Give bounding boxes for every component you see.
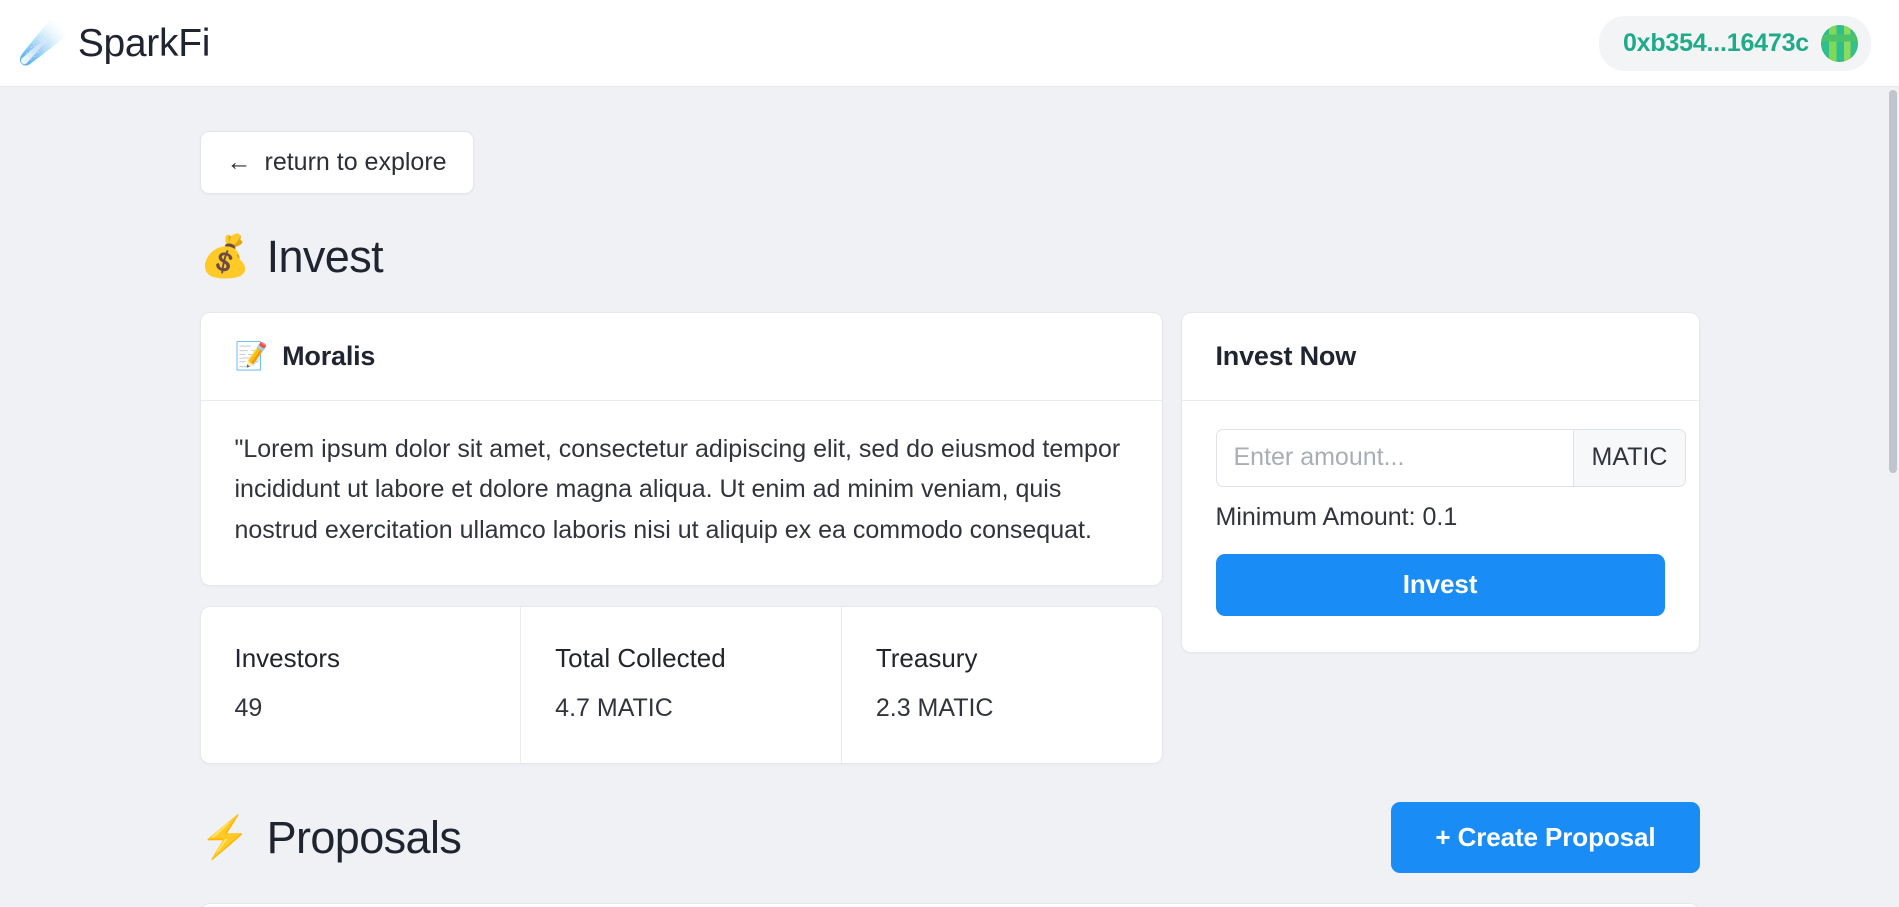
stat-total-collected: Total Collected 4.7 MATIC — [521, 606, 842, 763]
wallet-avatar-icon — [1821, 24, 1858, 62]
proposals-bar: ⚡ Proposals + Create Proposal — [199, 801, 1700, 873]
arrow-left-icon: ← — [226, 148, 252, 176]
brand[interactable]: ☄️ SparkFi — [18, 23, 210, 63]
vertical-scrollbar[interactable] — [1886, 88, 1899, 907]
invest-section-heading: 💰 Invest — [200, 232, 1700, 282]
return-to-explore-button[interactable]: ← return to explore — [199, 131, 474, 194]
money-bag-icon: 💰 — [199, 233, 251, 280]
lightning-bolt-icon: ⚡ — [199, 813, 251, 860]
comet-icon: ☄️ — [18, 21, 68, 65]
scrollbar-thumb[interactable] — [1889, 90, 1897, 473]
proposals-section-heading: ⚡ Proposals — [199, 811, 462, 863]
app-root: ☄️ SparkFi 0xb354...16473c ← return to e… — [0, 0, 1899, 907]
invest-now-title: Invest Now — [1215, 340, 1357, 371]
create-proposal-button[interactable]: + Create Proposal — [1391, 801, 1700, 873]
top-navbar: ☄️ SparkFi 0xb354...16473c — [0, 0, 1899, 87]
stat-treasury: Treasury 2.3 MATIC — [842, 607, 1162, 763]
minimum-amount-label: Minimum Amount: 0.1 — [1215, 502, 1458, 531]
return-to-explore-label: return to explore — [264, 148, 447, 176]
project-card: 📝 Moralis "Lorem ipsum dolor sit amet, c… — [199, 311, 1163, 586]
stat-value: 49 — [234, 693, 263, 722]
brand-name: SparkFi — [77, 21, 211, 65]
proposal-card[interactable]: 📝 Proposal 1 Active — [199, 902, 1700, 907]
amount-input[interactable] — [1215, 428, 1573, 487]
project-card-body: "Lorem ipsum dolor sit amet, consectetur… — [201, 401, 1162, 585]
project-name: Moralis — [282, 340, 376, 371]
stat-investors: Investors 49 — [201, 606, 522, 763]
stat-value: 4.7 MATIC — [555, 693, 673, 722]
project-card-header: 📝 Moralis — [200, 313, 1162, 401]
content-container: ← return to explore 💰 Invest 📝 Moralis "… — [199, 87, 1700, 907]
proposals-section-title: Proposals — [266, 811, 462, 863]
invest-button[interactable]: Invest — [1215, 553, 1665, 616]
project-description: "Lorem ipsum dolor sit amet, consectetur… — [234, 434, 1121, 545]
amount-input-group: MATIC — [1215, 428, 1687, 487]
wallet-button[interactable]: 0xb354...16473c — [1598, 15, 1871, 71]
currency-addon[interactable]: MATIC — [1572, 428, 1687, 487]
invest-grid: 📝 Moralis "Lorem ipsum dolor sit amet, c… — [199, 311, 1700, 764]
page-body: ← return to explore 💰 Invest 📝 Moralis "… — [0, 87, 1899, 907]
invest-section-title: Invest — [266, 231, 384, 282]
stat-label: Total Collected — [555, 642, 726, 673]
stat-label: Investors — [234, 642, 341, 673]
project-column: 📝 Moralis "Lorem ipsum dolor sit amet, c… — [199, 311, 1163, 764]
wallet-address: 0xb354...16473c — [1622, 28, 1809, 57]
invest-now-card: Invest Now MATIC Minimum Amount: 0.1 Inv… — [1180, 311, 1700, 653]
stat-value: 2.3 MATIC — [875, 693, 994, 722]
invest-now-body: MATIC Minimum Amount: 0.1 Invest — [1182, 401, 1699, 652]
invest-column: Invest Now MATIC Minimum Amount: 0.1 Inv… — [1180, 311, 1700, 653]
stat-label: Treasury — [875, 642, 978, 673]
invest-now-header: Invest Now — [1181, 313, 1699, 401]
memo-icon: 📝 — [234, 340, 269, 371]
project-stats-row: Investors 49 Total Collected 4.7 MATIC T… — [199, 605, 1163, 764]
